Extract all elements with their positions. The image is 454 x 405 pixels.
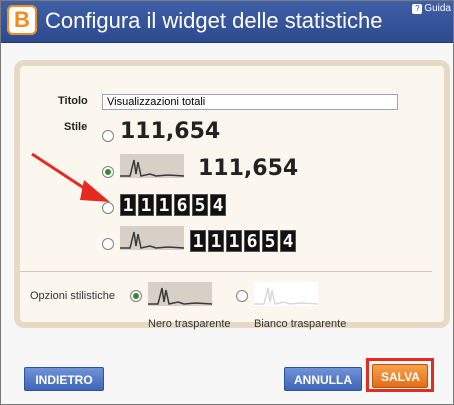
style-option-4-radio[interactable] bbox=[102, 238, 114, 250]
help-link[interactable]: ? Guida bbox=[412, 3, 451, 14]
sparkline-dark-icon bbox=[148, 282, 213, 306]
cancel-button[interactable]: ANNULLA bbox=[284, 367, 362, 391]
digit: 6 bbox=[244, 230, 260, 252]
style-choice-white-radio[interactable] bbox=[236, 290, 248, 302]
digit: 1 bbox=[120, 194, 136, 216]
style-label: Stile bbox=[64, 121, 88, 133]
style-option-4-digits: 1 1 1 6 5 4 bbox=[190, 230, 296, 252]
digit: 4 bbox=[210, 194, 226, 216]
help-label: Guida bbox=[424, 3, 451, 14]
title-input[interactable] bbox=[102, 94, 398, 110]
style-choice-black-label: Nero trasparente bbox=[148, 318, 231, 330]
title-label: Titolo bbox=[58, 95, 88, 107]
digit: 1 bbox=[226, 230, 242, 252]
style-choice-black-radio[interactable] bbox=[130, 290, 142, 302]
sparkline-dark-icon bbox=[120, 226, 185, 250]
digit: 1 bbox=[138, 194, 154, 216]
help-icon: ? bbox=[412, 4, 423, 14]
digit: 1 bbox=[156, 194, 172, 216]
digit: 6 bbox=[174, 194, 190, 216]
digit: 5 bbox=[192, 194, 208, 216]
logo-letter: B bbox=[14, 7, 30, 32]
save-button[interactable]: SALVA bbox=[372, 364, 428, 388]
digit: 1 bbox=[208, 230, 224, 252]
annotation-arrow-icon bbox=[31, 152, 110, 202]
blogger-logo-icon: B bbox=[7, 5, 37, 35]
sparkline-dark-icon bbox=[120, 154, 185, 178]
dialog-header: B Configura il widget delle statistiche … bbox=[1, 1, 453, 43]
digit: 4 bbox=[280, 230, 296, 252]
digit: 5 bbox=[262, 230, 278, 252]
style-options-label: Opzioni stilistiche bbox=[30, 290, 115, 302]
section-divider bbox=[20, 271, 432, 272]
style-option-1-radio[interactable] bbox=[102, 130, 114, 142]
style-option-3-digits: 1 1 1 6 5 4 bbox=[120, 194, 226, 216]
style-option-2-number: 111,654 bbox=[198, 156, 299, 181]
back-button[interactable]: INDIETRO bbox=[24, 367, 104, 391]
style-choice-white-label: Bianco trasparente bbox=[254, 318, 347, 330]
sparkline-light-icon bbox=[254, 282, 319, 306]
style-option-1-number: 111,654 bbox=[120, 119, 221, 144]
dialog-title: Configura il widget delle statistiche bbox=[45, 8, 383, 33]
digit: 1 bbox=[190, 230, 206, 252]
